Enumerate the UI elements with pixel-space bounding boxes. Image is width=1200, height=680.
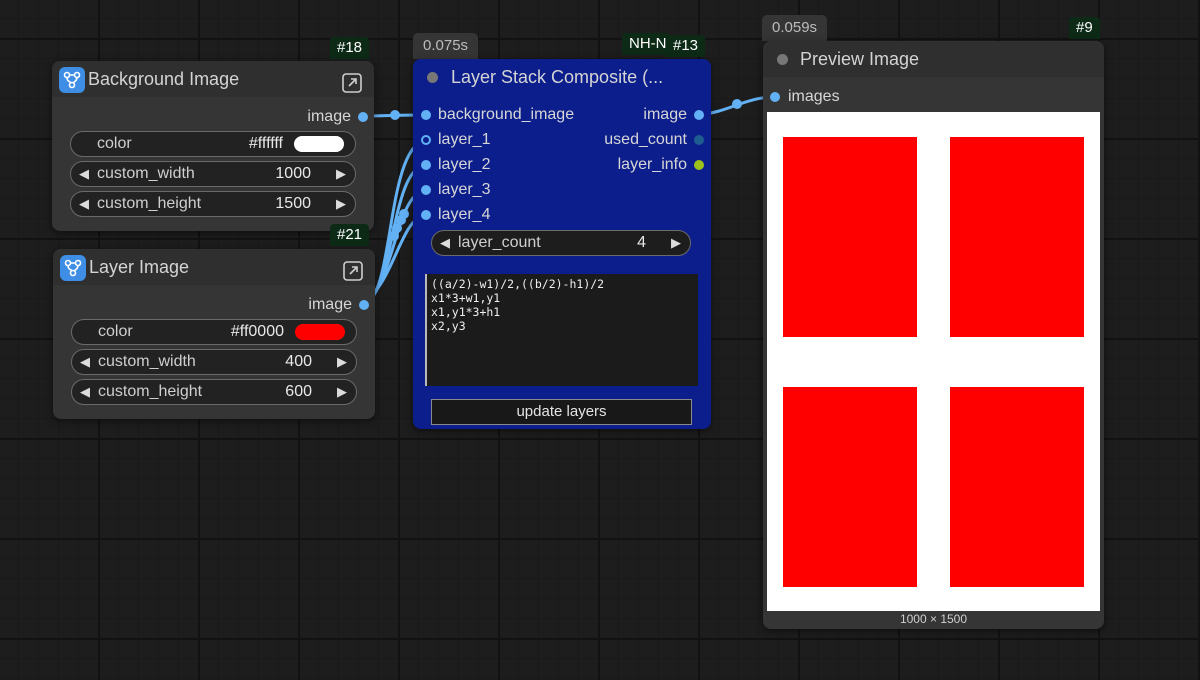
output-dot[interactable] xyxy=(359,300,369,310)
layer-stack-composite-node[interactable]: Layer Stack Composite (... background_im… xyxy=(413,59,711,429)
custom-width-widget[interactable]: ◀ custom_width 400 ▶ xyxy=(71,349,357,375)
graph-nodes-icon xyxy=(60,255,86,281)
update-layers-button[interactable]: update layers xyxy=(431,399,692,425)
widget-label: custom_width xyxy=(98,353,196,370)
output-label: image xyxy=(308,296,352,313)
color-swatch[interactable] xyxy=(295,324,345,340)
input-slot-layer-1[interactable]: layer_1 xyxy=(438,130,490,150)
red-layer-rect xyxy=(950,387,1084,587)
formula-textarea[interactable]: ((a/2)-w1)/2,((b/2)-h1)/2 x1*3+w1,y1 x1,… xyxy=(425,274,698,386)
collapse-dot-icon[interactable] xyxy=(427,72,438,83)
layer-count-widget[interactable]: ◀ layer_count 4 ▶ xyxy=(431,230,691,256)
decrement-arrow-icon[interactable]: ◀ xyxy=(440,231,450,255)
node-title: Layer Image xyxy=(89,257,190,277)
input-dot[interactable] xyxy=(770,92,780,102)
color-value: #ffffff xyxy=(248,135,283,152)
widget-value: 1000 xyxy=(275,165,311,182)
input-dot[interactable] xyxy=(421,185,431,195)
node-title-bar[interactable]: Layer Image xyxy=(53,249,375,285)
widget-label: custom_height xyxy=(98,383,203,400)
widget-label: custom_width xyxy=(97,165,195,182)
image-dimensions: 1000 × 1500 xyxy=(899,612,968,626)
link-midpoint xyxy=(396,215,406,225)
widget-label: color xyxy=(97,135,132,152)
increment-arrow-icon[interactable]: ▶ xyxy=(336,192,346,216)
background-image-node[interactable]: Background Image image color #ffffff ◀ c… xyxy=(52,61,374,231)
decrement-arrow-icon[interactable]: ◀ xyxy=(79,192,89,216)
color-swatch[interactable] xyxy=(294,136,344,152)
expand-arrow-icon[interactable] xyxy=(342,69,362,105)
expand-arrow-icon[interactable] xyxy=(343,257,363,293)
widget-value: 4 xyxy=(637,234,646,251)
input-slot-layer-3[interactable]: layer_3 xyxy=(438,180,490,200)
execution-time-badge: 0.075s xyxy=(413,33,479,59)
node-id-badge: #9 xyxy=(1069,17,1100,39)
node-id-badge: #21 xyxy=(330,224,370,246)
widget-label: custom_height xyxy=(97,195,202,212)
output-label: image xyxy=(307,108,351,125)
output-slot-used-count[interactable]: used_count xyxy=(604,130,687,150)
input-dot[interactable] xyxy=(421,210,431,220)
node-source-tag: NH-N xyxy=(622,33,670,55)
link-midpoint xyxy=(732,99,742,109)
link-midpoint xyxy=(399,209,409,219)
input-dot[interactable] xyxy=(421,135,431,145)
layer-image-node[interactable]: Layer Image image color #ff0000 ◀ custom… xyxy=(53,249,375,419)
increment-arrow-icon[interactable]: ▶ xyxy=(336,162,346,186)
increment-arrow-icon[interactable]: ▶ xyxy=(337,350,347,374)
red-layer-rect xyxy=(950,137,1084,337)
node-title-bar[interactable]: Background Image xyxy=(52,61,374,97)
red-layer-rect xyxy=(783,137,917,337)
node-id-badge: #18 xyxy=(330,37,370,59)
decrement-arrow-icon[interactable]: ◀ xyxy=(80,350,90,374)
output-dot[interactable] xyxy=(358,112,368,122)
node-title-bar[interactable]: Layer Stack Composite (... xyxy=(413,59,711,95)
node-title-bar[interactable]: Preview Image xyxy=(763,41,1104,77)
execution-time-badge: 0.059s xyxy=(762,15,828,41)
color-widget[interactable]: color #ff0000 xyxy=(71,319,357,345)
input-dot[interactable] xyxy=(421,160,431,170)
custom-width-widget[interactable]: ◀ custom_width 1000 ▶ xyxy=(70,161,356,187)
link-midpoint xyxy=(392,223,402,233)
widget-value: 600 xyxy=(285,383,312,400)
output-slot-image[interactable]: image xyxy=(307,107,351,127)
widget-value: 400 xyxy=(285,353,312,370)
node-title: Layer Stack Composite (... xyxy=(451,67,664,87)
decrement-arrow-icon[interactable]: ◀ xyxy=(79,162,89,186)
color-value: #ff0000 xyxy=(230,323,284,340)
collapse-dot-icon[interactable] xyxy=(777,54,788,65)
output-dot[interactable] xyxy=(694,160,704,170)
node-id-badge: #13 xyxy=(666,35,706,57)
color-widget[interactable]: color #ffffff xyxy=(70,131,356,157)
link-midpoint xyxy=(389,231,399,241)
widget-value: 1500 xyxy=(275,195,311,212)
widget-label: layer_count xyxy=(458,234,541,251)
link-midpoint xyxy=(390,110,400,120)
output-slot-layer-info[interactable]: layer_info xyxy=(618,155,687,175)
input-dot[interactable] xyxy=(421,110,431,120)
preview-image[interactable] xyxy=(767,112,1100,611)
increment-arrow-icon[interactable]: ▶ xyxy=(337,380,347,404)
red-layer-rect xyxy=(783,387,917,587)
preview-image-node[interactable]: Preview Image images 1000 × 1500 xyxy=(763,41,1104,629)
node-title: Background Image xyxy=(88,69,240,89)
node-title: Preview Image xyxy=(800,49,920,69)
input-slot-images[interactable]: images xyxy=(788,87,840,107)
input-slot-background-image[interactable]: background_image xyxy=(438,105,574,125)
input-slot-layer-4[interactable]: layer_4 xyxy=(438,205,490,225)
graph-nodes-icon xyxy=(59,67,85,93)
increment-arrow-icon[interactable]: ▶ xyxy=(671,231,681,255)
input-slot-layer-2[interactable]: layer_2 xyxy=(438,155,490,175)
widget-label: color xyxy=(98,323,133,340)
output-dot[interactable] xyxy=(694,110,704,120)
decrement-arrow-icon[interactable]: ◀ xyxy=(80,380,90,404)
custom-height-widget[interactable]: ◀ custom_height 1500 ▶ xyxy=(70,191,356,217)
output-slot-image[interactable]: image xyxy=(643,105,687,125)
output-dot[interactable] xyxy=(694,135,704,145)
output-slot-image[interactable]: image xyxy=(308,295,352,315)
custom-height-widget[interactable]: ◀ custom_height 600 ▶ xyxy=(71,379,357,405)
